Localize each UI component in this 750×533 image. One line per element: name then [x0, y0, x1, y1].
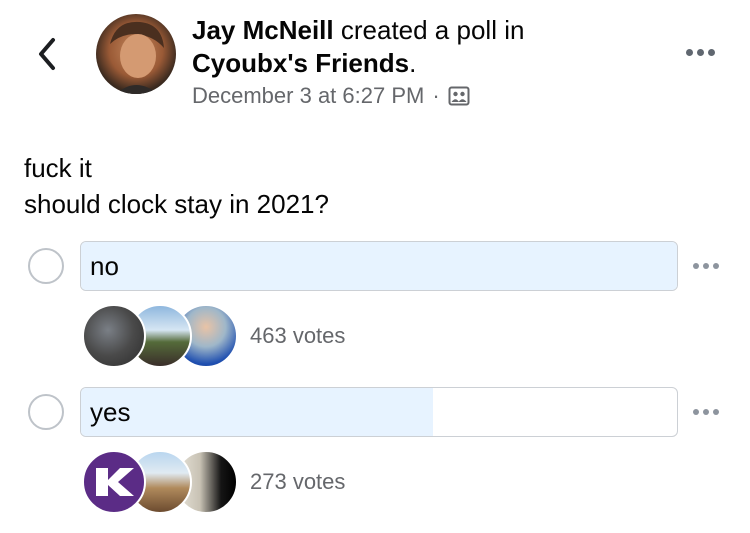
option-voters[interactable]: 273 votes [82, 449, 345, 515]
more-horizontal-icon [693, 409, 719, 415]
author-avatar[interactable] [96, 14, 176, 94]
poll-option-fill [81, 242, 677, 290]
post-header-line: Cyoubx's Friends. [192, 47, 652, 80]
author-avatar-picture [110, 21, 164, 94]
group-audience-icon [448, 86, 470, 106]
poll-option-bar[interactable]: yes [80, 387, 678, 437]
post-header-line: Jay McNeill created a poll in [192, 14, 652, 47]
voter-avatar [82, 304, 146, 368]
option-more-button[interactable] [688, 254, 724, 278]
k-state-logo [96, 468, 134, 496]
poll-option-yes: yes [0, 387, 750, 439]
post-action-text: created a poll in [333, 15, 525, 45]
author-name[interactable]: Jay McNeill [192, 15, 334, 45]
radio-circle-icon[interactable] [28, 248, 64, 284]
option-voters[interactable]: 463 votes [82, 303, 345, 369]
poll-option-bar[interactable]: no [80, 241, 678, 291]
radio-circle-icon[interactable] [28, 394, 64, 430]
poll-option-fill [81, 388, 433, 436]
post-text-line: fuck it [24, 153, 92, 183]
post-text: fuck it should clock stay in 2021? [24, 150, 329, 222]
voter-avatar [82, 450, 146, 514]
group-name[interactable]: Cyoubx's Friends [192, 48, 409, 78]
chevron-left-icon [39, 38, 55, 70]
post-options-button[interactable] [682, 40, 718, 64]
post-meta: December 3 at 6:27 PM · [192, 83, 652, 109]
poll-option-label: no [90, 251, 119, 281]
post-timestamp[interactable]: December 3 at 6:27 PM [192, 83, 424, 109]
post-text-line: should clock stay in 2021? [24, 189, 329, 219]
vote-count[interactable]: 273 votes [250, 469, 345, 495]
post-header: Jay McNeill created a poll in Cyoubx's F… [192, 14, 652, 109]
meta-separator: · [432, 83, 440, 108]
group-suffix: . [409, 48, 417, 78]
more-horizontal-icon [693, 263, 719, 269]
poll-option-label: yes [90, 397, 131, 427]
option-more-button[interactable] [688, 400, 724, 424]
poll-option-no: no [0, 241, 750, 293]
vote-count[interactable]: 463 votes [250, 323, 345, 349]
back-button[interactable] [30, 34, 64, 74]
more-horizontal-icon [685, 48, 715, 56]
